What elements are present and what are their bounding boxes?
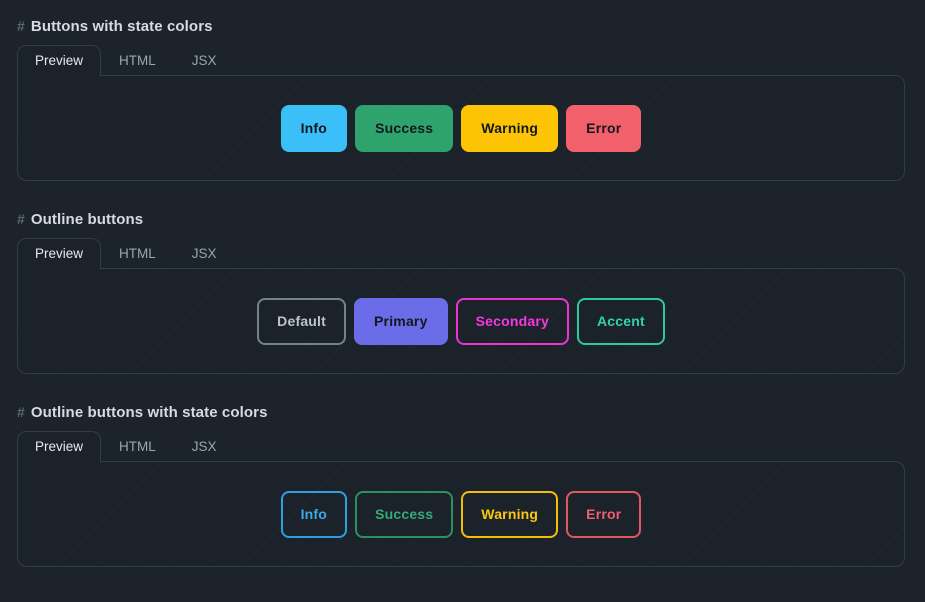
section-title: Outline buttons with state colors (30, 404, 268, 421)
section-title: Buttons with state colors (30, 18, 213, 35)
hash-anchor-icon[interactable]: # (17, 404, 25, 420)
button-warning[interactable]: Warning (461, 490, 559, 538)
button-success[interactable]: Success (355, 104, 454, 152)
sections-container: # Buttons with state colors Preview HTML JSX… (0, 18, 925, 568)
button-row: Info Success Warning Error (280, 490, 642, 538)
button-accent[interactable]: Accent (576, 297, 665, 345)
button-secondary[interactable]: Secondary (455, 297, 569, 345)
button-info[interactable]: Info (280, 490, 348, 538)
button-row: Default Primary Secondary Accent (257, 297, 665, 345)
preview-panel: Info Success Warning Error (17, 461, 905, 567)
section-heading: # Outline buttons with state colors (0, 404, 925, 421)
preview-panel: Info Success Warning Error (17, 75, 905, 181)
section-outline-buttons: # Outline buttons Preview HTML JSX Default Pri… (0, 211, 925, 375)
tab-preview[interactable]: Preview (17, 45, 102, 77)
hash-anchor-icon[interactable]: # (17, 18, 25, 34)
button-info[interactable]: Info (280, 104, 348, 152)
button-success[interactable]: Success (355, 490, 454, 538)
tab-jsx[interactable]: JSX (174, 431, 235, 462)
button-warning[interactable]: Warning (461, 104, 559, 152)
tab-jsx[interactable]: JSX (174, 45, 235, 76)
hash-anchor-icon[interactable]: # (17, 211, 25, 227)
button-default[interactable]: Default (257, 297, 347, 345)
tab-html[interactable]: HTML (101, 45, 174, 76)
section-buttons-with-state-colors: # Buttons with state colors Preview HTML JSX… (0, 18, 925, 182)
button-primary[interactable]: Primary (354, 297, 448, 345)
tab-preview[interactable]: Preview (17, 431, 102, 463)
section-heading: # Outline buttons (0, 211, 925, 228)
section-title: Outline buttons (30, 211, 144, 228)
tab-html[interactable]: HTML (101, 431, 174, 462)
button-row: Info Success Warning Error (280, 104, 642, 152)
tab-bar: Preview HTML JSX (0, 45, 925, 77)
preview-panel: Default Primary Secondary Accent (17, 268, 905, 374)
button-error[interactable]: Error (566, 490, 642, 538)
page-root: # Buttons with state colors Preview HTML JSX… (0, 0, 925, 602)
tab-bar: Preview HTML JSX (0, 238, 925, 270)
tab-bar: Preview HTML JSX (0, 431, 925, 463)
section-heading: # Buttons with state colors (0, 18, 925, 35)
tab-html[interactable]: HTML (101, 238, 174, 269)
button-error[interactable]: Error (566, 104, 642, 152)
tab-preview[interactable]: Preview (17, 238, 102, 270)
section-outline-buttons-with-state-colors: # Outline buttons with state colors Previe… (0, 404, 925, 568)
tab-jsx[interactable]: JSX (174, 238, 235, 269)
